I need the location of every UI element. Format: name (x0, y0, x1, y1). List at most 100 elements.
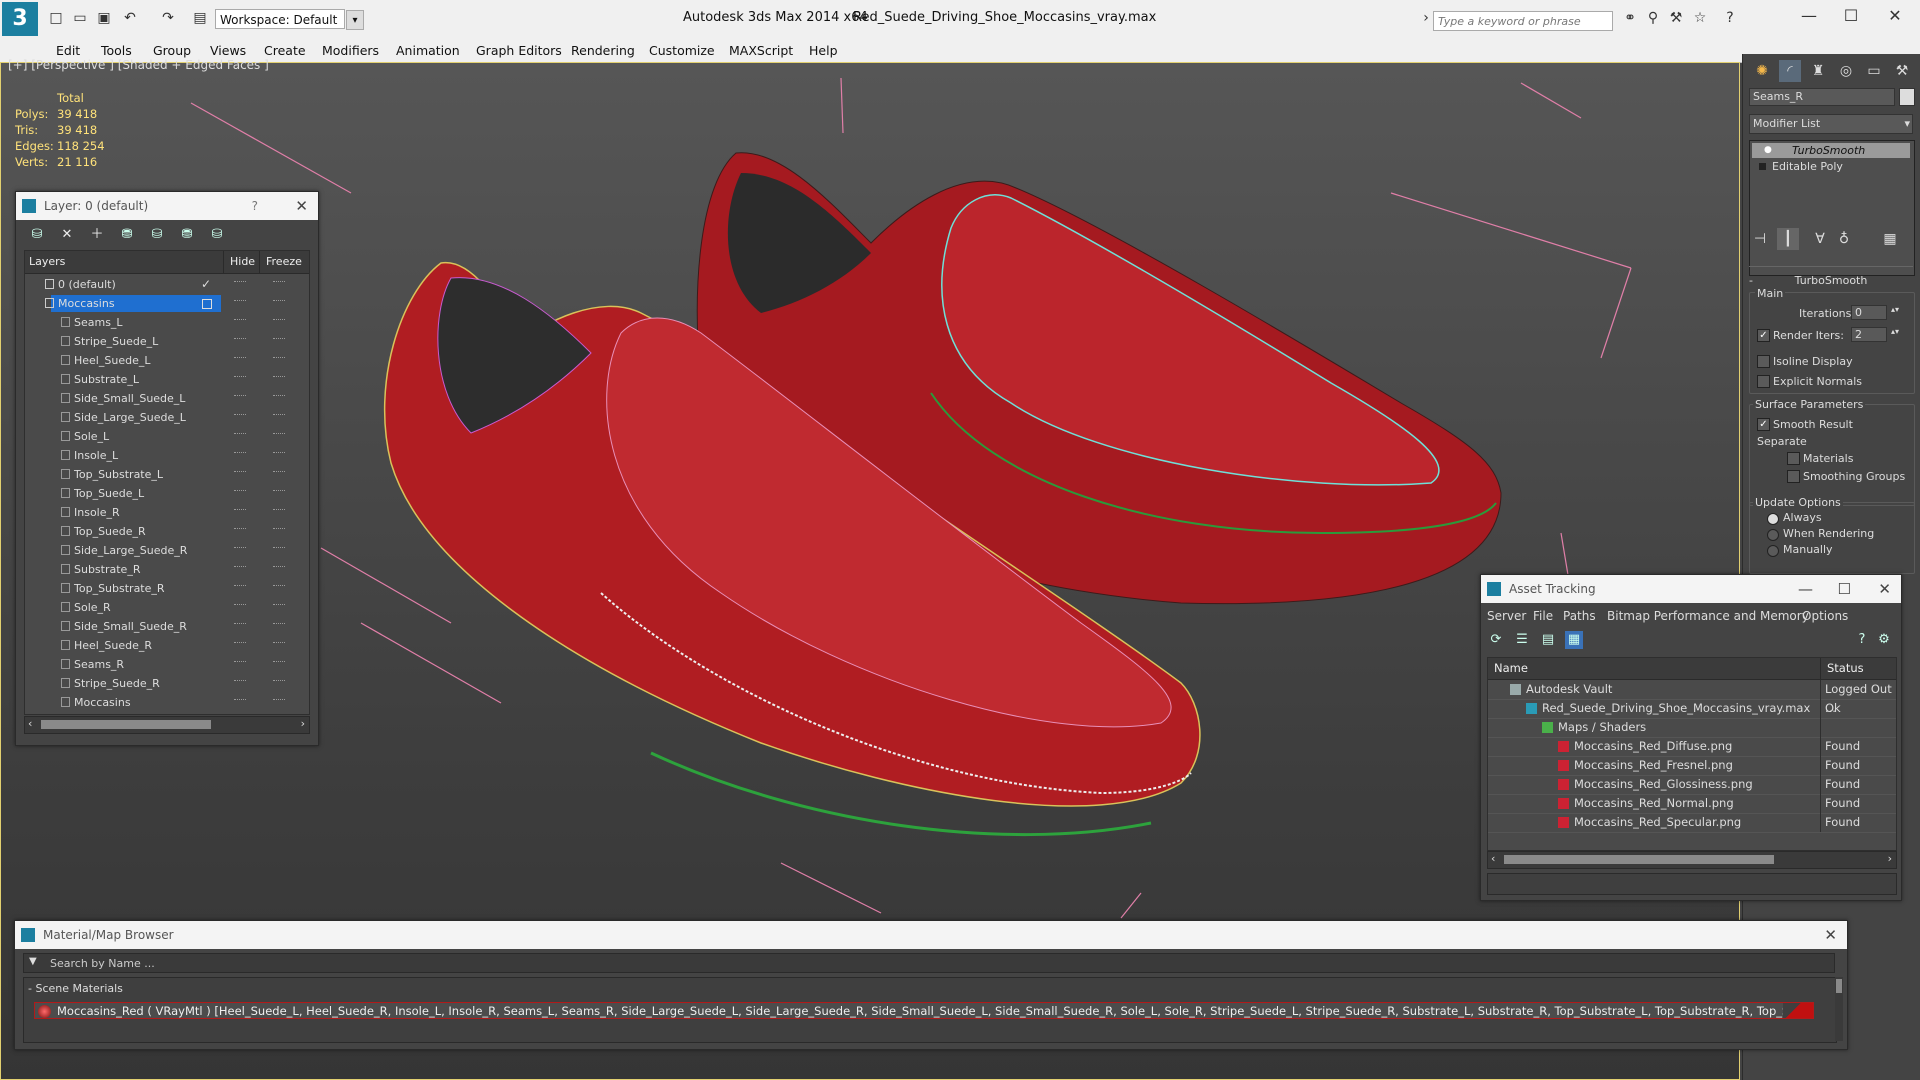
make-unique-icon[interactable]: ∀ (1809, 228, 1831, 250)
horizontal-scrollbar[interactable]: ‹ › (1487, 851, 1897, 869)
highlight-layer-icon[interactable]: ⛃ (178, 226, 196, 244)
layer-list[interactable]: Layers Hide Freeze 0 (default) ✓ Moccasins… (24, 250, 310, 715)
freeze-toggle[interactable] (273, 604, 285, 608)
minimize-icon[interactable]: — (1794, 6, 1824, 25)
layer-object-row[interactable]: Sole_L (25, 427, 309, 446)
close-icon[interactable]: ✕ (295, 192, 308, 220)
layer-object-row[interactable]: Insole_R (25, 503, 309, 522)
freeze-toggle[interactable] (273, 490, 285, 494)
col-name[interactable]: Name (1494, 658, 1528, 679)
layer-tool-icon[interactable]: ⛁ (28, 226, 46, 244)
material-browser-titlebar[interactable]: Material/Map Browser ✕ (15, 921, 1847, 949)
hide-toggle[interactable] (234, 699, 246, 703)
stack-item-turbosmooth[interactable]: TurboSmooth (1752, 143, 1910, 158)
layer-object-row[interactable]: Seams_R (25, 655, 309, 674)
asset-list[interactable]: Name Status Autodesk Vault Logged Out ...… (1487, 657, 1897, 851)
freeze-toggle[interactable] (273, 661, 285, 665)
asset-row[interactable]: Moccasins_Red_Fresnel.png Found (1488, 756, 1896, 776)
hide-toggle[interactable] (234, 661, 246, 665)
add-selection-icon[interactable]: ⛃ (118, 226, 136, 244)
list-view-icon[interactable]: ☰ (1513, 631, 1531, 649)
asset-row[interactable]: Moccasins_Red_Glossiness.png Found (1488, 775, 1896, 795)
show-end-result-icon[interactable]: ┃ (1777, 228, 1799, 250)
material-search-input[interactable]: Search by Name ... (23, 953, 1835, 973)
set-active-layer-icon[interactable] (202, 299, 212, 309)
scroll-left-icon[interactable]: ‹ (28, 717, 32, 730)
select-objects-icon[interactable]: ⛁ (148, 226, 166, 244)
layer-row[interactable]: Moccasins (25, 294, 309, 313)
workspace-dropdown[interactable]: Workspace: Default ▾ (215, 9, 364, 30)
binoculars-icon[interactable]: ⚭ (1622, 10, 1638, 26)
freeze-toggle[interactable] (273, 471, 285, 475)
close-icon[interactable]: ✕ (1824, 921, 1837, 949)
asset-row[interactable]: Maps / Shaders (1488, 718, 1896, 738)
render-iters-spinner[interactable]: 2 (1851, 327, 1887, 342)
chevron-down-icon[interactable]: ▾ (346, 10, 364, 30)
col-status[interactable]: Status (1820, 658, 1864, 679)
asset-path-field[interactable] (1487, 873, 1897, 895)
freeze-toggle[interactable] (273, 376, 285, 380)
hide-toggle[interactable] (234, 471, 246, 475)
help-icon[interactable]: ? (1853, 631, 1871, 649)
close-icon[interactable]: ✕ (1880, 6, 1910, 25)
menu-help[interactable]: Help (809, 43, 838, 58)
asset-menu-paths[interactable]: Paths (1563, 609, 1596, 623)
asset-menu-file[interactable]: File (1533, 609, 1553, 623)
utilities-tab-icon[interactable]: ⚒ (1891, 60, 1913, 82)
hide-toggle[interactable] (234, 376, 246, 380)
freeze-toggle[interactable] (273, 281, 285, 285)
horizontal-scrollbar[interactable]: ‹ › (24, 716, 310, 734)
explicit-normals-checkbox[interactable] (1757, 375, 1770, 388)
scroll-left-icon[interactable]: ‹ (1491, 852, 1495, 865)
maximize-icon[interactable]: ☐ (1838, 575, 1851, 603)
layer-object-row[interactable]: Side_Small_Suede_L (25, 389, 309, 408)
asset-menu-bitmap[interactable]: Bitmap Performance and Memory (1607, 609, 1809, 623)
modifier-list-dropdown[interactable]: Modifier List ▾ (1749, 114, 1913, 134)
menu-views[interactable]: Views (210, 43, 246, 58)
menu-group[interactable]: Group (153, 43, 191, 58)
asset-row[interactable]: Moccasins_Red_Specular.png Found (1488, 813, 1896, 833)
undo-icon[interactable]: ↶ (122, 10, 138, 26)
freeze-toggle[interactable] (273, 699, 285, 703)
display-tab-icon[interactable]: ▭ (1863, 60, 1885, 82)
layer-object-row[interactable]: Substrate_L (25, 370, 309, 389)
col-layers[interactable]: Layers (29, 251, 65, 273)
delete-layer-icon[interactable]: ✕ (58, 226, 76, 244)
hide-toggle[interactable] (234, 300, 246, 304)
freeze-toggle[interactable] (273, 319, 285, 323)
freeze-toggle[interactable] (273, 585, 285, 589)
chevron-down-icon[interactable]: ▼ (29, 956, 37, 967)
scroll-right-icon[interactable]: › (301, 717, 305, 730)
close-icon[interactable]: ✕ (1878, 575, 1891, 603)
table-view-icon[interactable]: ▦ (1565, 631, 1583, 649)
motion-tab-icon[interactable]: ◎ (1835, 60, 1857, 82)
favorites-star-icon[interactable]: ☆ (1692, 10, 1708, 26)
menu-edit[interactable]: Edit (56, 43, 80, 58)
asset-panel-titlebar[interactable]: Asset Tracking — ☐ ✕ (1481, 575, 1901, 603)
freeze-toggle[interactable] (273, 357, 285, 361)
smoothing-groups-checkbox[interactable] (1787, 470, 1800, 483)
hide-toggle[interactable] (234, 490, 246, 494)
redo-icon[interactable]: ↷ (160, 10, 176, 26)
collapse-icon[interactable]: - (1749, 274, 1753, 287)
freeze-toggle[interactable] (273, 528, 285, 532)
iterations-spinner[interactable]: 0 (1851, 305, 1887, 320)
layer-object-row[interactable]: Side_Large_Suede_R (25, 541, 309, 560)
menu-customize[interactable]: Customize (649, 43, 715, 58)
hide-toggle[interactable] (234, 338, 246, 342)
menu-modifiers[interactable]: Modifiers (322, 43, 379, 58)
search-input[interactable]: Type a keyword or phrase (1433, 11, 1613, 31)
render-iters-checkbox[interactable]: ✓ (1757, 329, 1770, 342)
smooth-result-checkbox[interactable]: ✓ (1757, 418, 1770, 431)
subscription-icon[interactable]: ⚒ (1668, 10, 1684, 26)
hide-toggle[interactable] (234, 642, 246, 646)
hide-toggle[interactable] (234, 566, 246, 570)
when-rendering-radio[interactable] (1767, 529, 1779, 541)
freeze-toggle[interactable] (273, 680, 285, 684)
chevron-down-icon[interactable]: ▾ (1904, 115, 1910, 133)
settings-icon[interactable]: ⚙ (1875, 631, 1893, 649)
layer-row[interactable]: 0 (default) ✓ (25, 275, 309, 294)
minimize-icon[interactable]: — (1798, 575, 1813, 603)
layer-panel-titlebar[interactable]: Layer: 0 (default) ? ✕ (16, 192, 318, 220)
hide-toggle[interactable] (234, 528, 246, 532)
